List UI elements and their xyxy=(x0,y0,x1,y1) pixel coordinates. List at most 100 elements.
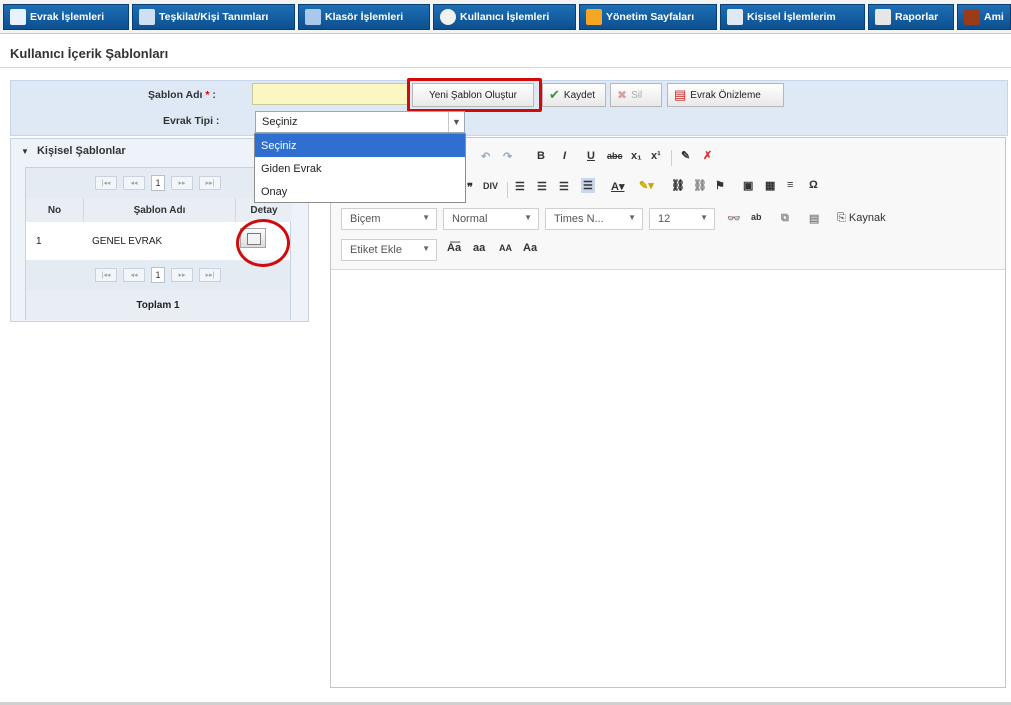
checkmark-icon: ✔ xyxy=(549,87,560,102)
first-page-icon[interactable]: |◂◂ xyxy=(95,268,117,282)
dropdown-option[interactable]: Giden Evrak xyxy=(255,157,465,180)
underline-icon[interactable]: U xyxy=(587,150,595,162)
anchor-flag-icon[interactable]: ⚑ xyxy=(715,179,725,192)
nav-klasor-islemleri[interactable]: Klasör İşlemleri xyxy=(298,4,430,30)
collapse-icon: ▼ xyxy=(21,147,29,156)
font-combo[interactable]: Times N... ▼ xyxy=(545,208,643,230)
highlight-color-icon[interactable]: ✎▾ xyxy=(639,179,654,192)
undo-icon[interactable]: ↶ xyxy=(481,150,490,163)
doc-type-dropdown: Seçiniz Giden Evrak Onay xyxy=(254,133,466,203)
font-size-combo[interactable]: 12 ▼ xyxy=(649,208,715,230)
prev-page-icon[interactable]: ◂◂ xyxy=(123,176,145,190)
report-icon xyxy=(875,9,891,25)
titlecase-button[interactable]: Aa xyxy=(523,242,537,254)
editor-content-area[interactable] xyxy=(331,270,1005,687)
total-count: Toplam 1 xyxy=(26,290,290,320)
page-title: Kullanıcı İçerik Şablonları xyxy=(10,46,169,61)
chevron-down-icon: ▼ xyxy=(524,213,532,222)
rich-text-editor[interactable]: ↶ ↷ B I U abc x₁ x¹ ✎ ✗ ❞ DIV ☰ ☰ ☰ ☰ A▾… xyxy=(330,137,1006,688)
text-color-icon[interactable]: A▾ xyxy=(611,180,624,193)
row-template-name[interactable]: GENEL EVRAK xyxy=(92,222,162,260)
next-page-icon[interactable]: ▸▸ xyxy=(171,268,193,282)
pdf-icon: ▤ xyxy=(674,87,687,102)
document-icon xyxy=(10,9,26,25)
align-center-icon[interactable]: ☰ xyxy=(537,180,547,193)
dropdown-option[interactable]: Onay xyxy=(255,180,465,203)
nav-ami[interactable]: Ami xyxy=(957,4,1011,30)
align-left-icon[interactable]: ☰ xyxy=(515,180,525,193)
user-icon xyxy=(440,9,456,25)
delete-button[interactable]: ✖ Sil xyxy=(610,83,662,107)
admin-icon xyxy=(586,9,602,25)
bold-icon[interactable]: B xyxy=(537,150,545,162)
find-icon[interactable]: 👓 xyxy=(727,212,741,225)
required-mark: * xyxy=(205,89,210,101)
image-icon[interactable]: ▣ xyxy=(743,179,753,192)
superscript-icon[interactable]: x¹ xyxy=(651,150,661,162)
row-no: 1 xyxy=(36,235,42,247)
source-button[interactable]: ⎘ Kaynak xyxy=(837,212,886,225)
chevron-down-icon: ▼ xyxy=(448,112,464,132)
align-right-icon[interactable]: ☰ xyxy=(559,180,569,193)
page-number[interactable]: 1 xyxy=(151,175,165,191)
table-icon[interactable]: ▦ xyxy=(765,179,775,192)
column-header-no: No xyxy=(26,198,84,222)
nav-teskilat-kisi-tanimlari[interactable]: Teşkilat/Kişi Tanımları xyxy=(132,4,295,30)
uppercase-button[interactable]: AA xyxy=(499,243,512,253)
preview-button[interactable]: ▤ Evrak Önizleme xyxy=(667,83,784,107)
change-case-toggle-button[interactable]: A͞a xyxy=(447,242,461,254)
special-character-icon[interactable]: Ω xyxy=(809,179,818,191)
remove-format-icon[interactable]: ✗ xyxy=(703,149,712,162)
first-page-icon[interactable]: |◂◂ xyxy=(95,176,117,190)
delete-x-icon: ✖ xyxy=(617,88,628,102)
prev-page-icon[interactable]: ◂◂ xyxy=(123,268,145,282)
subscript-icon[interactable]: x₁ xyxy=(631,150,642,162)
nav-yonetim-sayfalari[interactable]: Yönetim Sayfaları xyxy=(579,4,717,30)
page-number[interactable]: 1 xyxy=(151,267,165,283)
paragraph-combo[interactable]: Normal ▼ xyxy=(443,208,539,230)
unlink-icon[interactable]: ⛓ xyxy=(693,179,707,192)
save-button[interactable]: ✔ Kaydet xyxy=(542,83,606,107)
tag-insert-combo[interactable]: Etiket Ekle ▼ xyxy=(341,239,437,261)
dropdown-option[interactable]: Seçiniz xyxy=(255,134,465,157)
horizontal-line-icon[interactable]: ≡ xyxy=(787,179,793,191)
doc-type-select[interactable]: Seçiniz ▼ xyxy=(255,111,465,133)
format-combo[interactable]: Biçem ▼ xyxy=(341,208,437,230)
source-icon: ⎘ xyxy=(837,212,846,224)
last-page-icon[interactable]: ▸▸| xyxy=(199,268,221,282)
toolbar-separator xyxy=(671,150,672,166)
link-icon[interactable]: ⛓ xyxy=(671,179,685,192)
chevron-down-icon: ▼ xyxy=(422,244,430,253)
nav-evrak-islemleri[interactable]: Evrak İşlemleri xyxy=(3,4,129,30)
template-name-input[interactable] xyxy=(252,83,408,105)
highlight-circle xyxy=(236,219,290,267)
last-page-icon[interactable]: ▸▸| xyxy=(199,176,221,190)
nav-raporlar[interactable]: Raporlar xyxy=(868,4,954,30)
lowercase-button[interactable]: aa xyxy=(473,242,485,254)
maximize-icon[interactable]: ⧉ xyxy=(781,212,789,225)
chevron-down-icon: ▼ xyxy=(422,213,430,222)
chevron-down-icon: ▼ xyxy=(628,213,636,222)
language-direction-icon[interactable]: DIV xyxy=(483,181,498,191)
chevron-down-icon: ▼ xyxy=(700,213,708,222)
template-name-label: Şablon Adı * : xyxy=(148,89,216,101)
next-page-icon[interactable]: ▸▸ xyxy=(171,176,193,190)
show-blocks-icon[interactable]: ▤ xyxy=(809,212,819,225)
person-tools-icon xyxy=(727,9,743,25)
blockquote-icon[interactable]: ❞ xyxy=(467,181,473,194)
pager-top: |◂◂ ◂◂ 1 ▸▸ ▸▸| xyxy=(26,168,290,198)
org-chart-icon xyxy=(139,9,155,25)
replace-icon[interactable]: ab xyxy=(751,212,762,222)
align-justify-icon[interactable]: ☰ xyxy=(581,178,595,193)
nav-kullanici-islemleri[interactable]: Kullanıcı İşlemleri xyxy=(433,4,576,30)
nav-kisisel-islemlerim[interactable]: Kişisel İşlemlerim xyxy=(720,4,865,30)
italic-icon[interactable]: I xyxy=(563,150,566,162)
folder-icon xyxy=(305,9,321,25)
redo-icon[interactable]: ↷ xyxy=(503,150,512,163)
column-header-name: Şablon Adı xyxy=(84,198,236,222)
top-navigation: Evrak İşlemleri Teşkilat/Kişi Tanımları … xyxy=(0,0,1011,34)
page-title-bar: Kullanıcı İçerik Şablonları xyxy=(0,38,1011,68)
toolbar-separator xyxy=(507,182,508,198)
paint-format-icon[interactable]: ✎ xyxy=(681,149,690,162)
strikethrough-icon[interactable]: abc xyxy=(607,151,623,161)
